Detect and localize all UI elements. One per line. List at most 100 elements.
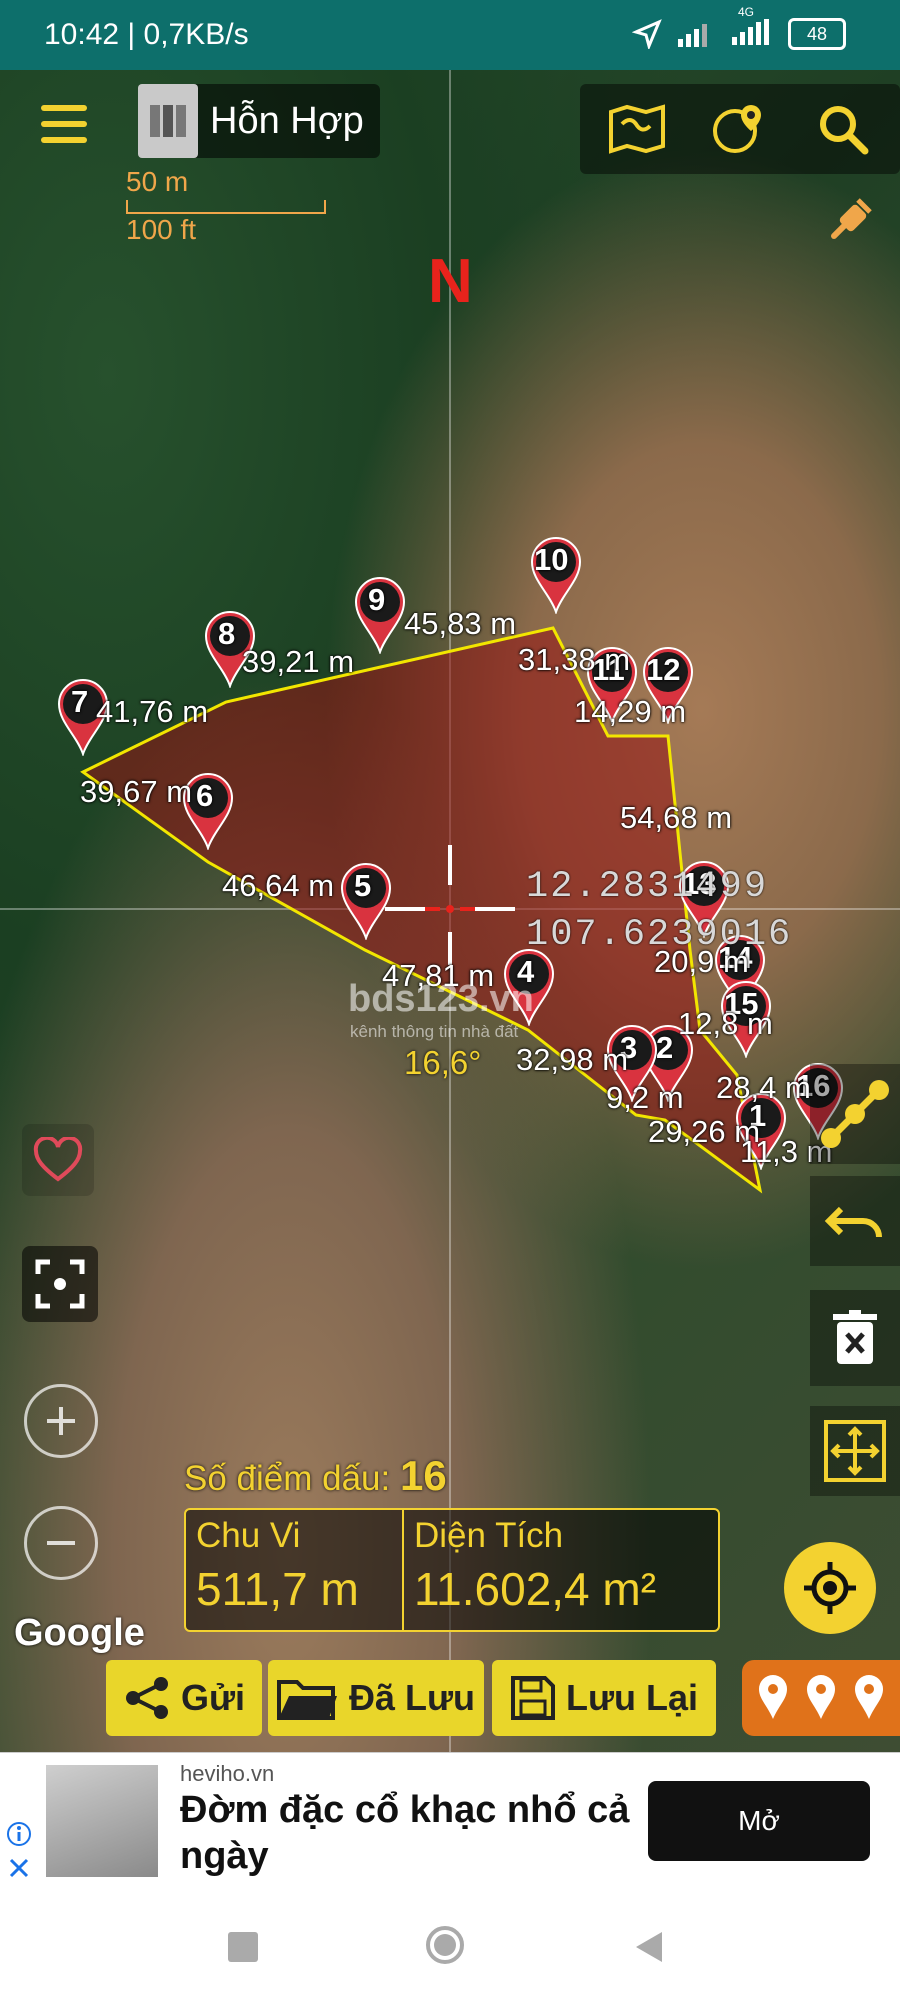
- segment-label: 9,2 m: [606, 1080, 684, 1115]
- draw-line-button[interactable]: [810, 1064, 900, 1164]
- status-time: 10:42 | 0,7KB/s: [44, 18, 249, 51]
- marker-9[interactable]: 9: [352, 574, 408, 654]
- map-layers-icon: [609, 104, 665, 154]
- measurement-summary: Chu Vi 511,7 m Diện Tích 11.602,4 m²: [184, 1508, 720, 1632]
- crosshair-longitude: 107.6239016: [526, 914, 793, 956]
- back-button[interactable]: [632, 1930, 664, 1964]
- send-label: Gửi: [180, 1677, 246, 1718]
- menu-button[interactable]: [28, 88, 100, 160]
- segment-label: 54,68 m: [620, 800, 733, 835]
- undo-icon: [824, 1206, 882, 1238]
- segment-label: 39,67 m: [80, 774, 193, 809]
- segment-label: 32,98 m: [516, 1042, 629, 1077]
- saved-label: Đã Lưu: [348, 1677, 476, 1718]
- place-pin-globe-icon: [713, 105, 761, 153]
- map-type-label: Hỗn Hợp: [210, 99, 364, 142]
- save-button[interactable]: Lưu Lại: [492, 1660, 716, 1736]
- map-book-icon: [150, 105, 186, 137]
- status-icons: 4G 48: [632, 5, 846, 50]
- ad-title: Đờm đặc cổ khạc nhổ cả ngày: [180, 1789, 630, 1877]
- floppy-disk-icon: [510, 1676, 555, 1720]
- map-type-selector[interactable]: Hỗn Hợp: [138, 84, 380, 158]
- perimeter-value: 511,7 m: [196, 1563, 359, 1615]
- zoom-out-icon: [47, 1541, 75, 1545]
- zoom-out-button[interactable]: [24, 1506, 98, 1580]
- perimeter-label: Chu Vi: [196, 1516, 301, 1555]
- ad-info-icon[interactable]: [6, 1821, 32, 1847]
- segment-label: 45,83 m: [404, 606, 517, 641]
- undo-button[interactable]: [810, 1176, 900, 1266]
- scale-imperial: 100 ft: [126, 214, 197, 245]
- status-bar: 10:42 | 0,7KB/s 4G 48: [0, 0, 900, 70]
- center-focus-button[interactable]: [22, 1246, 98, 1322]
- area-box: Diện Tích 11.602,4 m²: [402, 1510, 718, 1630]
- saved-button[interactable]: Đã Lưu: [268, 1660, 484, 1736]
- home-button[interactable]: [426, 1926, 464, 1964]
- point-count-value: 16: [399, 1452, 447, 1499]
- signal-4g: 4G: [730, 5, 774, 50]
- favorite-heart-icon: [33, 1137, 83, 1182]
- delete-button[interactable]: [810, 1290, 900, 1386]
- draw-line-icon: [821, 1080, 889, 1148]
- map-layers-button[interactable]: [602, 94, 672, 164]
- share-icon: [125, 1677, 168, 1719]
- point-count-label: Số điểm dấu:: [184, 1459, 391, 1498]
- ad-open-button[interactable]: Mở: [648, 1781, 870, 1861]
- top-right-tools: [580, 84, 900, 174]
- satellite-map[interactable]: 50 m 100 ft: [0, 70, 900, 1752]
- home-icon: [434, 1934, 456, 1956]
- parcel-overlay: [0, 70, 900, 1752]
- signal-icon: [678, 24, 707, 47]
- scale-bar: 50 m 100 ft: [126, 166, 326, 246]
- zoom-in-button[interactable]: [24, 1384, 98, 1458]
- markers-icon: [759, 1675, 883, 1719]
- delete-icon: [833, 1310, 877, 1364]
- map-type-thumbnail: [138, 84, 198, 158]
- area-label: Diện Tích: [414, 1516, 564, 1555]
- gps-toggle-button[interactable]: [822, 192, 878, 248]
- ad-image: [46, 1765, 158, 1877]
- markers-button[interactable]: [742, 1660, 900, 1736]
- scale-metric: 50 m: [126, 166, 189, 197]
- marker-5[interactable]: 5: [338, 860, 394, 940]
- send-button[interactable]: Gửi: [106, 1660, 262, 1736]
- segment-label: 39,21 m: [242, 644, 355, 679]
- save-label: Lưu Lại: [565, 1677, 699, 1718]
- fit-bounds-button[interactable]: [810, 1406, 900, 1496]
- battery-level: 48: [806, 23, 828, 44]
- segment-label: 41,76 m: [96, 694, 209, 729]
- segment-label: 14,29 m: [574, 694, 687, 729]
- scale-ruler: [126, 200, 326, 214]
- fit-bounds-icon: [824, 1420, 886, 1482]
- segment-label: 31,38 m: [518, 642, 631, 677]
- ad-close-icon[interactable]: [8, 1857, 30, 1879]
- place-search-button[interactable]: [704, 94, 774, 164]
- gps-off-icon: [831, 198, 872, 239]
- area-value: 11.602,4 m²: [414, 1563, 657, 1615]
- battery-icon: 48: [788, 18, 846, 50]
- bearing-angle: 16,6°: [404, 1044, 482, 1081]
- perimeter-box: Chu Vi 511,7 m: [186, 1510, 402, 1630]
- watermark-tagline: kênh thông tin nhà đất: [350, 1022, 519, 1041]
- my-location-icon: [804, 1562, 856, 1614]
- folder-icon: [276, 1680, 337, 1720]
- my-location-button[interactable]: [784, 1542, 876, 1634]
- recents-button[interactable]: [228, 1932, 258, 1962]
- center-focus-icon: [35, 1259, 85, 1309]
- search-icon: [820, 106, 869, 155]
- google-logo: Google: [14, 1612, 145, 1654]
- ad-banner[interactable]: heviho.vn Đờm đặc cổ khạc nhổ cả ngày Mở: [0, 1752, 900, 1889]
- point-count: Số điểm dấu: 16: [184, 1452, 447, 1500]
- segment-label: 46,64 m: [222, 868, 335, 903]
- ad-source: heviho.vn: [180, 1761, 275, 1786]
- favorite-button[interactable]: [22, 1124, 94, 1196]
- north-indicator: N: [428, 247, 473, 316]
- network-type: 4G: [738, 4, 755, 19]
- signal-4g-icon: [732, 18, 769, 45]
- system-nav-bar: [0, 1888, 900, 2000]
- crosshair-latitude: 12.2831499: [526, 866, 769, 908]
- menu-icon: [41, 105, 87, 111]
- search-button[interactable]: [808, 94, 878, 164]
- marker-10[interactable]: 10: [528, 534, 584, 614]
- watermark-brand: bds123.vn: [348, 978, 534, 1020]
